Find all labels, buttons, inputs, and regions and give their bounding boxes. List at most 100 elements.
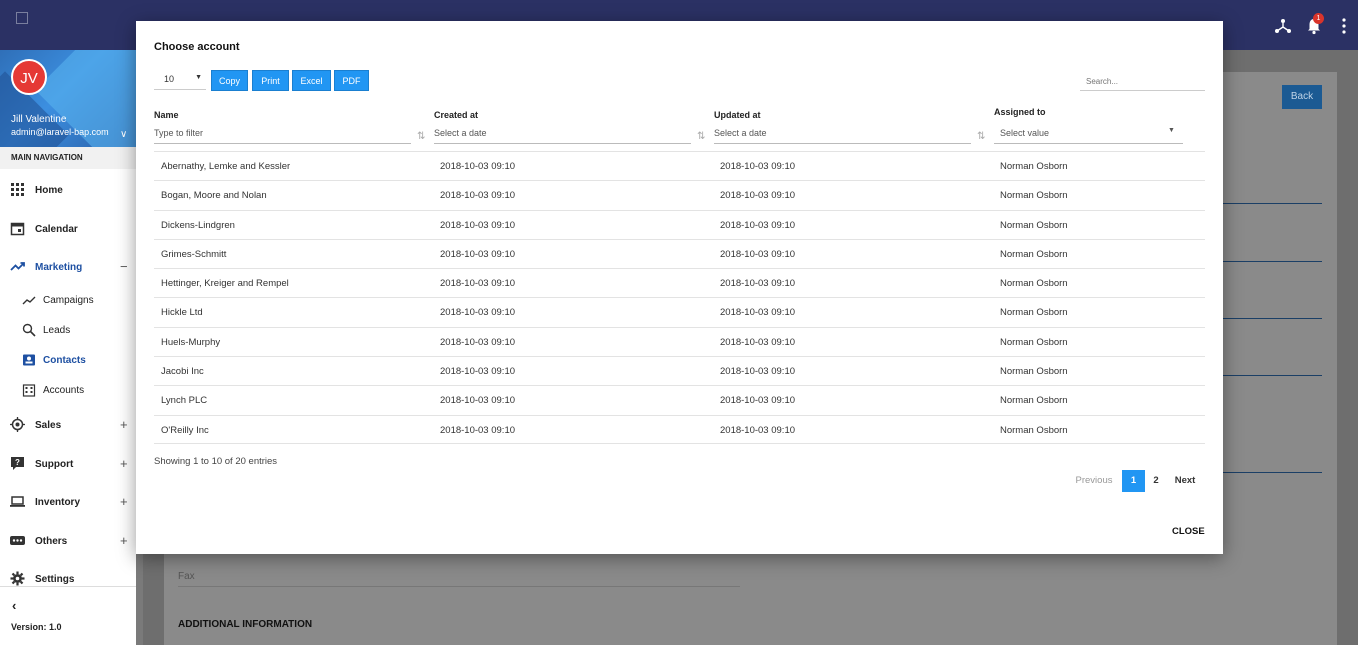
cell-updated: 2018-10-03 09:10 <box>720 161 796 172</box>
cell-created: 2018-10-03 09:10 <box>440 336 516 348</box>
cell-updated: 2018-10-03 09:10 <box>720 307 796 319</box>
user-profile-panel: JV Jill Valentine admin@laravel-bap.com … <box>0 50 136 147</box>
gear-icon <box>10 571 25 586</box>
sidebar-subitem-contacts[interactable]: Contacts <box>0 350 136 372</box>
sidebar-item-others[interactable]: Others + <box>0 531 136 555</box>
table-info: Showing 1 to 10 of 20 entries <box>154 456 278 467</box>
user-email: admin@laravel-bap.com <box>11 127 109 137</box>
table-row[interactable]: Grimes-Schmitt 2018-10-03 09:10 2018-10-03… <box>154 238 1205 268</box>
cell-created: 2018-10-03 09:10 <box>440 248 516 260</box>
sort-icon[interactable]: ⇅ <box>977 131 985 142</box>
pagination-next[interactable]: Next <box>1168 470 1202 492</box>
cell-updated: 2018-10-03 09:10 <box>720 366 796 378</box>
cell-assigned: Norman Osborn <box>1000 190 1068 202</box>
sidebar-subitem-leads[interactable]: Leads <box>0 320 136 342</box>
print-button[interactable]: Print <box>252 70 289 91</box>
sidebar-subitem-accounts[interactable]: Accounts <box>0 380 136 402</box>
cell-name: Hettinger, Kreiger and Rempel <box>161 278 289 290</box>
pagination-page-2[interactable]: 2 <box>1146 470 1166 492</box>
avatar[interactable]: JV <box>11 59 47 95</box>
expand-plus-icon[interactable]: + <box>120 533 128 548</box>
sidebar-item-calendar[interactable]: Calendar <box>0 219 136 243</box>
close-button[interactable]: CLOSE <box>1172 526 1205 537</box>
sidebar-item-label: Sales <box>35 420 62 431</box>
network-icon[interactable] <box>1274 17 1292 35</box>
form-field-underline <box>1223 472 1322 473</box>
cell-name: Grimes-Schmitt <box>161 248 227 260</box>
sidebar-subitem-campaigns[interactable]: Campaigns <box>0 290 136 312</box>
sidebar-item-support[interactable]: ? Support + <box>0 454 136 478</box>
pdf-button[interactable]: PDF <box>334 70 369 91</box>
cell-name: Bogan, Moore and Nolan <box>161 190 267 202</box>
expand-plus-icon[interactable]: + <box>120 456 128 471</box>
sidebar-item-home[interactable]: Home <box>0 180 136 204</box>
modal-title: Choose account <box>154 41 240 53</box>
name-filter-input[interactable]: Type to filter <box>154 127 411 144</box>
page-length-select[interactable]: 10 ▼ <box>154 70 206 90</box>
search-input[interactable] <box>1080 73 1205 91</box>
excel-button[interactable]: Excel <box>292 70 331 91</box>
table-row[interactable]: Dickens-Lindgren 2018-10-03 09:10 2018-10-… <box>154 209 1205 239</box>
sidebar-item-settings[interactable]: Settings <box>0 569 136 593</box>
cell-updated: 2018-10-03 09:10 <box>720 424 796 436</box>
sidebar-item-marketing[interactable]: Marketing − <box>0 257 136 281</box>
table-row[interactable]: Abernathy, Lemke and Kessler 2018-10-03 0… <box>154 151 1205 180</box>
copy-button[interactable]: Copy <box>211 70 248 91</box>
expand-plus-icon[interactable]: + <box>120 417 128 432</box>
cell-name: O'Reilly Inc <box>161 424 209 436</box>
section-title: ADDITIONAL INFORMATION <box>178 619 313 630</box>
cell-name: Abernathy, Lemke and Kessler <box>161 161 291 172</box>
assigned-select-filter[interactable]: Select value <box>994 127 1183 144</box>
more-horiz-icon <box>10 536 25 545</box>
column-header-assigned[interactable]: Assigned to <box>994 107 1046 117</box>
fax-field-label: Fax <box>178 571 195 582</box>
column-header-created[interactable]: Created at <box>434 110 478 120</box>
version-label: Version: 1.0 <box>11 622 62 632</box>
cell-name: Jacobi Inc <box>161 366 204 378</box>
more-vert-icon[interactable] <box>1335 17 1353 35</box>
sidebar-item-label: Marketing <box>35 262 83 273</box>
cell-updated: 2018-10-03 09:10 <box>720 219 796 231</box>
sidebar-item-sales[interactable]: Sales + <box>0 415 136 439</box>
cell-created: 2018-10-03 09:10 <box>440 424 516 436</box>
collapse-minus-icon[interactable]: − <box>120 259 128 274</box>
table-row[interactable]: O'Reilly Inc 2018-10-03 09:10 2018-10-03 0… <box>154 414 1205 444</box>
table-row[interactable]: Bogan, Moore and Nolan 2018-10-03 09:10 20… <box>154 180 1205 209</box>
calendar-icon <box>10 222 25 236</box>
sidebar: JV Jill Valentine admin@laravel-bap.com … <box>0 50 136 645</box>
caret-down-icon: ▼ <box>195 74 202 81</box>
table-row[interactable]: Lynch PLC 2018-10-03 09:10 2018-10-03 09:1… <box>154 385 1205 414</box>
expand-plus-icon[interactable]: + <box>120 494 128 509</box>
form-field-underline <box>1223 261 1322 262</box>
cell-created: 2018-10-03 09:10 <box>440 161 516 172</box>
sidebar-item-label: Calendar <box>35 224 78 235</box>
sort-icon[interactable]: ⇅ <box>697 131 705 142</box>
cell-created: 2018-10-03 09:10 <box>440 190 516 202</box>
sidebar-item-inventory[interactable]: Inventory + <box>0 492 136 516</box>
cell-created: 2018-10-03 09:10 <box>440 278 516 290</box>
column-header-updated[interactable]: Updated at <box>714 110 761 120</box>
cell-assigned: Norman Osborn <box>1000 307 1068 319</box>
table-row[interactable]: Hettinger, Kreiger and Rempel 2018-10-03 … <box>154 268 1205 297</box>
chevron-down-icon[interactable]: ∨ <box>120 129 127 140</box>
laptop-icon <box>10 496 25 507</box>
table-row[interactable]: Hickle Ltd 2018-10-03 09:10 2018-10-03 09:… <box>154 297 1205 326</box>
back-button[interactable]: Back <box>1282 85 1322 109</box>
cell-name: Lynch PLC <box>161 395 208 407</box>
logo-image[interactable] <box>16 12 28 24</box>
updated-date-filter[interactable]: Select a date <box>714 127 971 144</box>
cell-created: 2018-10-03 09:10 <box>440 395 516 407</box>
caret-down-icon: ▼ <box>1168 127 1175 134</box>
column-header-name[interactable]: Name <box>154 110 179 120</box>
user-name: Jill Valentine <box>11 114 67 125</box>
pagination-previous[interactable]: Previous <box>1071 470 1117 492</box>
sort-icon[interactable]: ⇅ <box>417 131 425 142</box>
pagination-page-1[interactable]: 1 <box>1122 470 1145 492</box>
table-row[interactable]: Jacobi Inc 2018-10-03 09:10 2018-10-03 09:… <box>154 356 1205 385</box>
created-date-filter[interactable]: Select a date <box>434 127 691 144</box>
sidebar-item-label: Support <box>35 459 74 470</box>
collapse-sidebar-icon[interactable]: ‹ <box>12 598 16 613</box>
sidebar-subitem-label: Campaigns <box>43 295 94 306</box>
cell-updated: 2018-10-03 09:10 <box>720 395 796 407</box>
table-row[interactable]: Huels-Murphy 2018-10-03 09:10 2018-10-03 0… <box>154 326 1205 356</box>
